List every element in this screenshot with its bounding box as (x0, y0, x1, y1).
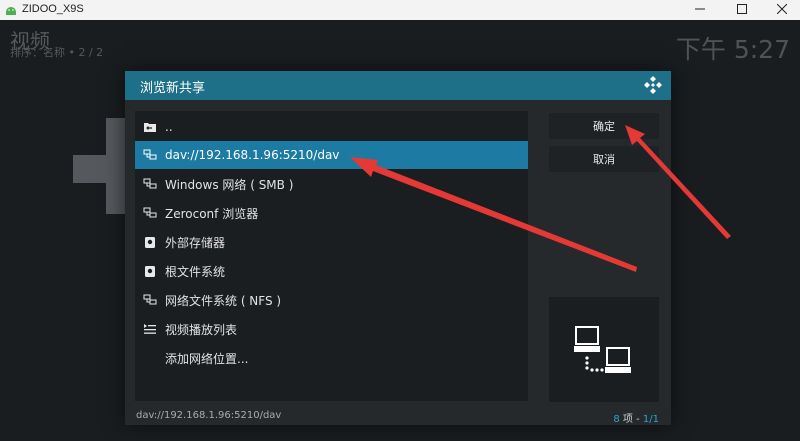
item-count-label: 项 - (619, 414, 643, 425)
list-item-label: dav://192.168.1.96:5210/dav (165, 148, 340, 162)
drive-icon (145, 236, 155, 248)
list-item-parent[interactable]: .. (135, 113, 528, 141)
network-icon (143, 294, 157, 305)
drive-icon (145, 265, 155, 277)
maximize-button[interactable] (722, 0, 762, 20)
current-path: dav://192.168.1.96:5210/dav (136, 410, 282, 421)
minimize-button[interactable] (680, 0, 720, 20)
close-icon (776, 3, 788, 15)
page-indicator: 1/1 (642, 414, 659, 425)
ok-button[interactable]: 确定 (549, 113, 659, 139)
list-item-nfs[interactable]: 网络文件系统 ( NFS ) (135, 286, 528, 314)
list-item-label: .. (165, 120, 173, 134)
window-title: ZIDOO_X9S (22, 3, 84, 15)
clock: 下午 5:27 (675, 35, 790, 64)
list-item-video-playlist[interactable]: 视频播放列表 (135, 315, 528, 343)
dialog-header: 浏览新共享 (125, 71, 671, 100)
list-item-root-filesystem[interactable]: 根文件系统 (135, 257, 528, 285)
close-button[interactable] (762, 0, 800, 20)
item-count: 8 项 - 1/1 (613, 410, 659, 425)
network-computers-icon (574, 326, 631, 373)
list-item-label: 根文件系统 (165, 264, 226, 279)
list-item-label: Windows 网络 ( SMB ) (165, 177, 294, 192)
browse-share-dialog: 浏览新共享 .. dav://192.168.1.96:5210/dav Win… (125, 71, 671, 425)
minimize-icon (695, 8, 705, 10)
source-list: .. dav://192.168.1.96:5210/dav Windows 网… (135, 111, 528, 401)
list-item-label: 添加网络位置... (165, 351, 249, 366)
list-item-smb[interactable]: Windows 网络 ( SMB ) (135, 170, 528, 198)
playlist-icon (144, 324, 156, 334)
cancel-button[interactable]: 取消 (549, 146, 659, 172)
maximize-icon (737, 4, 747, 14)
list-item-label: 网络文件系统 ( NFS ) (165, 293, 282, 308)
list-item-label: 视频播放列表 (165, 322, 238, 337)
dialog-title: 浏览新共享 (140, 81, 206, 96)
network-icon (143, 149, 157, 160)
list-item-zeroconf[interactable]: Zeroconf 浏览器 (135, 199, 528, 227)
list-item-external-storage[interactable]: 外部存储器 (135, 228, 528, 256)
network-icon (143, 178, 157, 189)
list-item-dav[interactable]: dav://192.168.1.96:5210/dav (135, 141, 528, 169)
folder-back-icon (144, 123, 156, 132)
network-thumbnail (549, 297, 659, 402)
network-icon (143, 207, 157, 218)
list-item-label: 外部存储器 (165, 235, 226, 250)
list-item-label: Zeroconf 浏览器 (165, 206, 259, 221)
window-title-bar: ZIDOO_X9S (0, 0, 800, 20)
sort-info: 排序：名称 • 2 / 2 (10, 46, 104, 59)
list-item-add-network-location[interactable]: 添加网络位置... (135, 344, 528, 372)
kodi-logo-icon (644, 76, 662, 94)
android-icon (6, 7, 16, 15)
